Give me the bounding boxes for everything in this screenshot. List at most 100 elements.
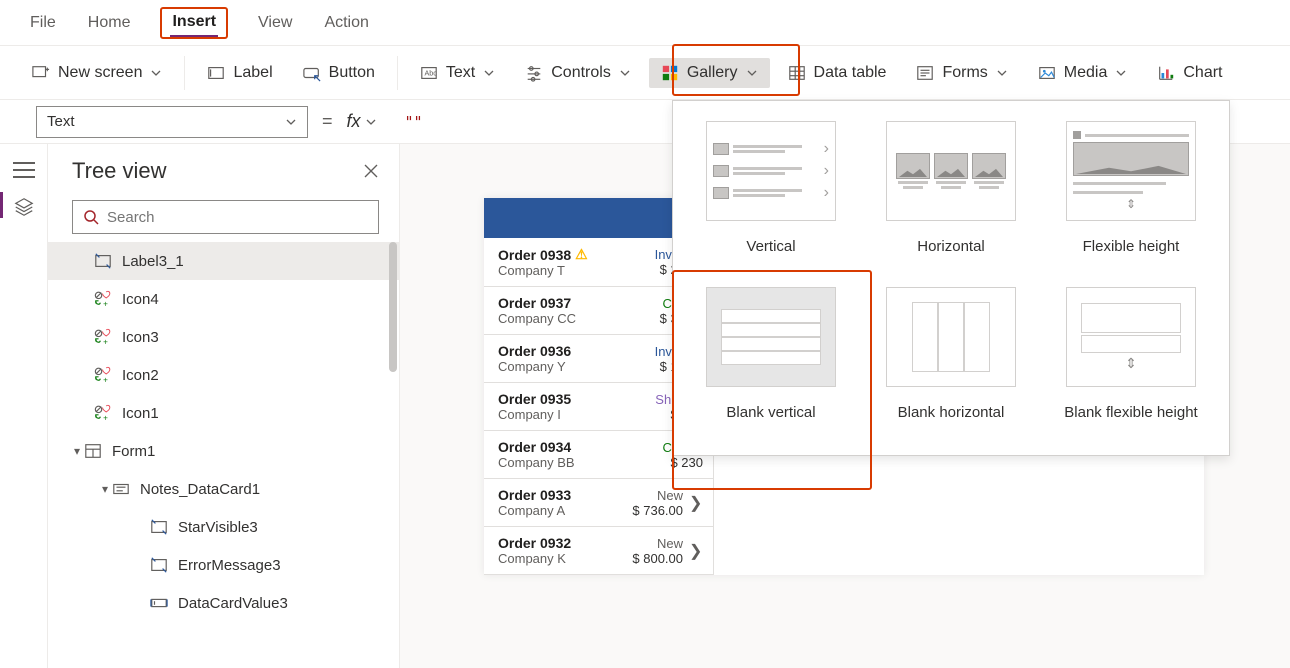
tree-view-title: Tree view bbox=[72, 158, 167, 184]
node-label: StarVisible3 bbox=[178, 519, 258, 536]
new-screen-button[interactable]: New screen bbox=[20, 58, 174, 88]
node-label: Icon1 bbox=[122, 405, 159, 422]
datatable-icon bbox=[788, 64, 806, 82]
tree-view-tab[interactable] bbox=[13, 196, 35, 223]
scrollbar-thumb[interactable] bbox=[389, 242, 397, 372]
chart-button[interactable]: Chart bbox=[1145, 58, 1234, 88]
chevron-down-icon bbox=[365, 116, 377, 128]
gallery-option-vert[interactable]: ›››Vertical bbox=[681, 115, 861, 271]
tree-node[interactable]: Label3_1 bbox=[48, 242, 399, 280]
chart-icon bbox=[1157, 64, 1175, 82]
node-label: DataCardValue3 bbox=[178, 595, 288, 612]
tree-node[interactable]: +Icon4 bbox=[48, 280, 399, 318]
chevron-down-icon bbox=[746, 67, 758, 79]
text-icon: Abc bbox=[420, 64, 438, 82]
property-name: Text bbox=[47, 113, 75, 130]
chevron-down-icon bbox=[1115, 67, 1127, 79]
menu-file[interactable]: File bbox=[28, 10, 58, 36]
forms-label: Forms bbox=[942, 64, 987, 82]
gallery-option-label: Vertical bbox=[746, 229, 795, 265]
search-icon bbox=[83, 209, 99, 225]
svg-text:+: + bbox=[103, 375, 108, 384]
chevron-down-icon bbox=[150, 67, 162, 79]
property-selector[interactable]: Text bbox=[36, 106, 308, 138]
node-label: Form1 bbox=[112, 443, 155, 460]
gallery-option-bflex[interactable]: ⇕Blank flexible height bbox=[1041, 281, 1221, 437]
button-icon bbox=[303, 64, 321, 82]
svg-text:+: + bbox=[103, 337, 108, 346]
tree-node[interactable]: +Icon3 bbox=[48, 318, 399, 356]
menubar: File Home Insert View Action bbox=[0, 0, 1290, 46]
tree-node[interactable]: ErrorMessage3 bbox=[48, 546, 399, 584]
chevron-down-icon bbox=[619, 67, 631, 79]
left-rail bbox=[0, 144, 48, 668]
search-input[interactable] bbox=[72, 200, 379, 234]
equals-sign: = bbox=[322, 111, 333, 132]
node-icon bbox=[150, 594, 170, 612]
label-icon bbox=[207, 64, 225, 82]
gallery-option-flex[interactable]: ⇕Flexible height bbox=[1041, 115, 1221, 271]
controls-icon bbox=[525, 64, 543, 82]
svg-text:+: + bbox=[103, 413, 108, 422]
hamburger-icon[interactable] bbox=[13, 162, 35, 178]
gallery-option-bhoriz[interactable]: Blank horizontal bbox=[861, 281, 1041, 437]
chevron-right-icon: ❯ bbox=[689, 493, 703, 513]
tree-node[interactable]: + Icon2 bbox=[48, 356, 399, 394]
node-label: Label3_1 bbox=[122, 253, 184, 270]
gallery-icon bbox=[661, 64, 679, 82]
datatable-label: Data table bbox=[814, 64, 887, 82]
tree-node[interactable]: ▾Notes_DataCard1 bbox=[48, 470, 399, 508]
new-screen-label: New screen bbox=[58, 64, 142, 82]
tree-node[interactable]: StarVisible3 bbox=[48, 508, 399, 546]
gallery-option-horiz[interactable]: Horizontal bbox=[861, 115, 1041, 271]
warning-icon: ⚠ bbox=[575, 246, 588, 263]
tree-list[interactable]: Label3_1+Icon4+Icon3+Icon2+Icon1▾Form1▾N… bbox=[48, 242, 399, 668]
menu-home[interactable]: Home bbox=[86, 10, 133, 36]
svg-text:Abc: Abc bbox=[424, 68, 437, 77]
gallery-option-label: Horizontal bbox=[917, 229, 985, 265]
chart-label: Chart bbox=[1183, 64, 1222, 82]
node-label: ErrorMessage3 bbox=[178, 557, 281, 574]
media-label: Media bbox=[1064, 64, 1108, 82]
order-row[interactable]: Order 0933Company ANew$ 736.00❯ bbox=[484, 479, 713, 527]
menu-action[interactable]: Action bbox=[322, 10, 370, 36]
node-icon: + bbox=[94, 328, 114, 346]
gallery-button[interactable]: Gallery bbox=[649, 58, 770, 88]
button-button[interactable]: Button bbox=[291, 58, 387, 88]
node-icon bbox=[150, 518, 170, 536]
node-icon bbox=[94, 252, 114, 270]
formula-value[interactable]: "" bbox=[391, 113, 423, 131]
forms-button[interactable]: Forms bbox=[904, 58, 1019, 88]
tree-node[interactable]: ▾Form1 bbox=[48, 432, 399, 470]
node-icon bbox=[150, 556, 170, 574]
controls-label: Controls bbox=[551, 64, 611, 82]
text-button[interactable]: Abc Text bbox=[408, 58, 507, 88]
menu-insert[interactable]: Insert bbox=[170, 9, 218, 37]
chevron-down-icon bbox=[285, 116, 297, 128]
chevron-down-icon bbox=[996, 67, 1008, 79]
fx-label[interactable]: fx bbox=[347, 111, 377, 132]
controls-button[interactable]: Controls bbox=[513, 58, 643, 88]
svg-text:+: + bbox=[103, 299, 108, 308]
gallery-label: Gallery bbox=[687, 64, 738, 82]
node-label: Notes_DataCard1 bbox=[140, 481, 260, 498]
label-button[interactable]: Label bbox=[195, 58, 284, 88]
gallery-option-label: Blank flexible height bbox=[1064, 395, 1197, 431]
search-field[interactable] bbox=[107, 209, 368, 226]
tree-node[interactable]: DataCardValue3 bbox=[48, 584, 399, 622]
order-row[interactable]: Order 0932Company KNew$ 800.00❯ bbox=[484, 527, 713, 575]
chevron-down-icon bbox=[483, 67, 495, 79]
media-button[interactable]: Media bbox=[1026, 58, 1140, 88]
gallery-option-label: Blank horizontal bbox=[898, 395, 1005, 431]
media-icon bbox=[1038, 64, 1056, 82]
menu-view[interactable]: View bbox=[256, 10, 294, 36]
datatable-button[interactable]: Data table bbox=[776, 58, 899, 88]
screen-icon bbox=[32, 64, 50, 82]
close-icon[interactable] bbox=[363, 163, 379, 179]
node-label: Icon2 bbox=[122, 367, 159, 384]
button-text: Button bbox=[329, 64, 375, 82]
tree-node[interactable]: + Icon1 bbox=[48, 394, 399, 432]
gallery-option-bvert[interactable]: Blank vertical bbox=[681, 281, 861, 437]
forms-icon bbox=[916, 64, 934, 82]
node-icon: + bbox=[94, 290, 114, 308]
